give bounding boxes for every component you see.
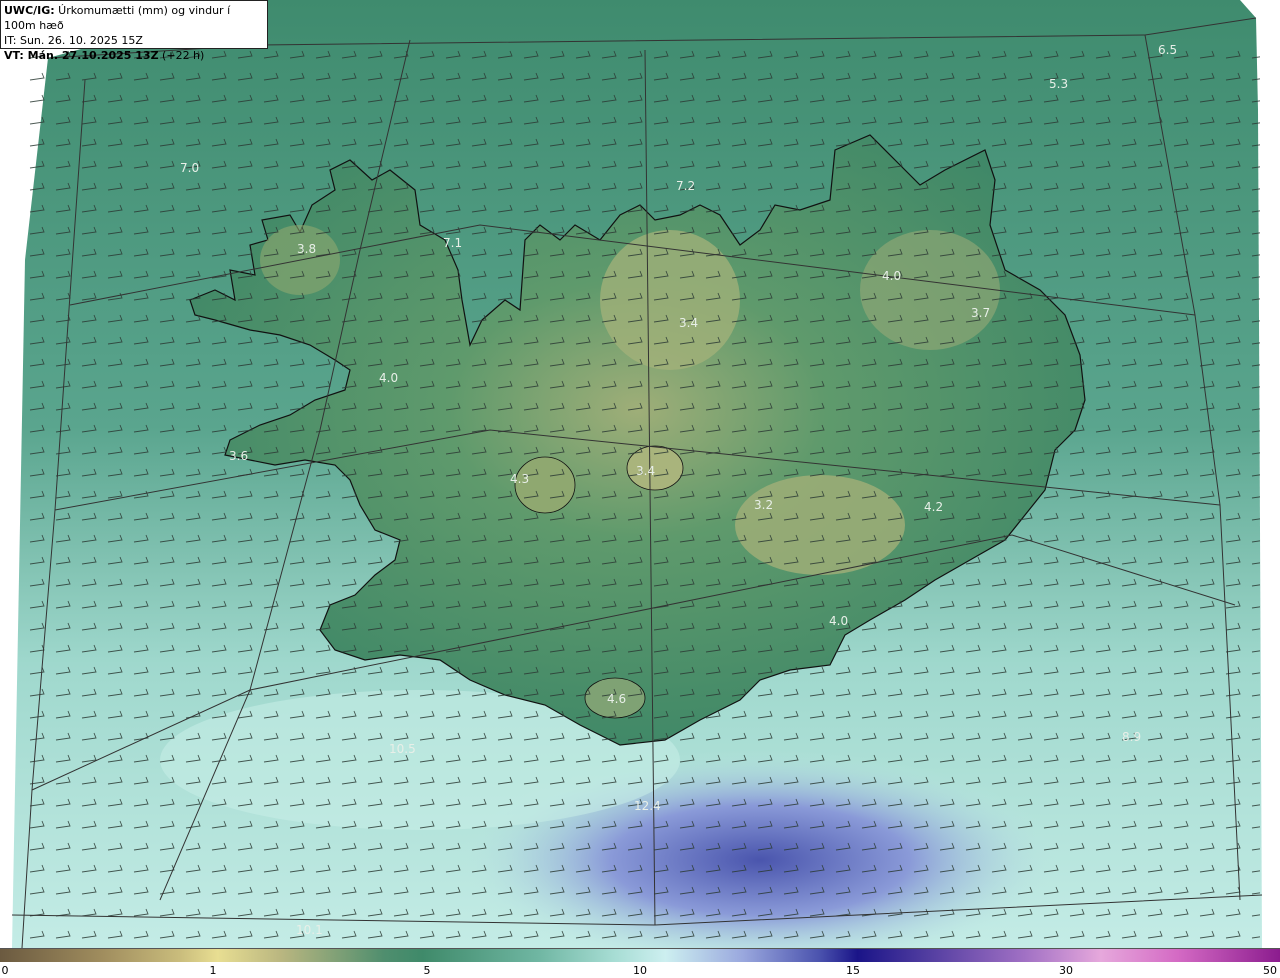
contour-label: 7.2 — [676, 179, 695, 193]
contour-label: 6.5 — [1158, 43, 1177, 57]
contour-label: 7.1 — [443, 236, 462, 250]
colorbar-tick: 1 — [209, 964, 217, 977]
colorbar-tick: 30 — [1059, 964, 1073, 977]
contour-label: 4.0 — [882, 269, 901, 283]
colorbar-tick: 0 — [1, 964, 9, 977]
colorbar-ticks: 0 1 5 10 15 30 50 — [0, 962, 1280, 978]
contour-label: 4.6 — [607, 692, 626, 706]
colorbar-tick: 15 — [846, 964, 860, 977]
contour-label: 12.4 — [634, 799, 661, 813]
contour-label: 3.2 — [754, 498, 773, 512]
contour-label: 4.3 — [510, 472, 529, 486]
map-header: UWC/IG: Úrkomumætti (mm) og vindur í 100… — [0, 0, 268, 62]
contour-label: 3.4 — [636, 464, 655, 478]
contour-label: 8.9 — [1122, 730, 1141, 744]
contour-label: 3.8 — [297, 242, 316, 256]
contour-label: 5.3 — [1049, 77, 1068, 91]
contour-label: 4.2 — [924, 500, 943, 514]
contour-label: 4.0 — [379, 371, 398, 385]
contour-label: 3.6 — [229, 449, 248, 463]
contour-label: 3.7 — [971, 306, 990, 320]
forecast-map[interactable]: 6.5 5.3 7.0 7.2 3.8 7.1 4.0 3.7 3.4 4.0 … — [0, 0, 1280, 948]
header-line-3: VT: Mán. 27.10.2025 13Z (+22 h) — [4, 49, 205, 62]
contour-label: 7.0 — [180, 161, 199, 175]
colorbar-tick: 50 — [1263, 964, 1277, 977]
header-line-2: IT: Sun. 26. 10. 2025 15Z — [4, 34, 143, 47]
contour-label: 10.5 — [389, 742, 416, 756]
map-area[interactable]: 6.5 5.3 7.0 7.2 3.8 7.1 4.0 3.7 3.4 4.0 … — [0, 0, 1280, 948]
contour-label: 3.4 — [679, 316, 698, 330]
header-line-1: UWC/IG: Úrkomumætti (mm) og vindur í 100… — [4, 4, 231, 32]
colorbar-tick: 5 — [423, 964, 431, 977]
contour-label: 10.1 — [296, 923, 323, 937]
precip-colorbar — [0, 948, 1280, 962]
contour-label: 4.0 — [829, 614, 848, 628]
colorbar-tick: 10 — [633, 964, 647, 977]
